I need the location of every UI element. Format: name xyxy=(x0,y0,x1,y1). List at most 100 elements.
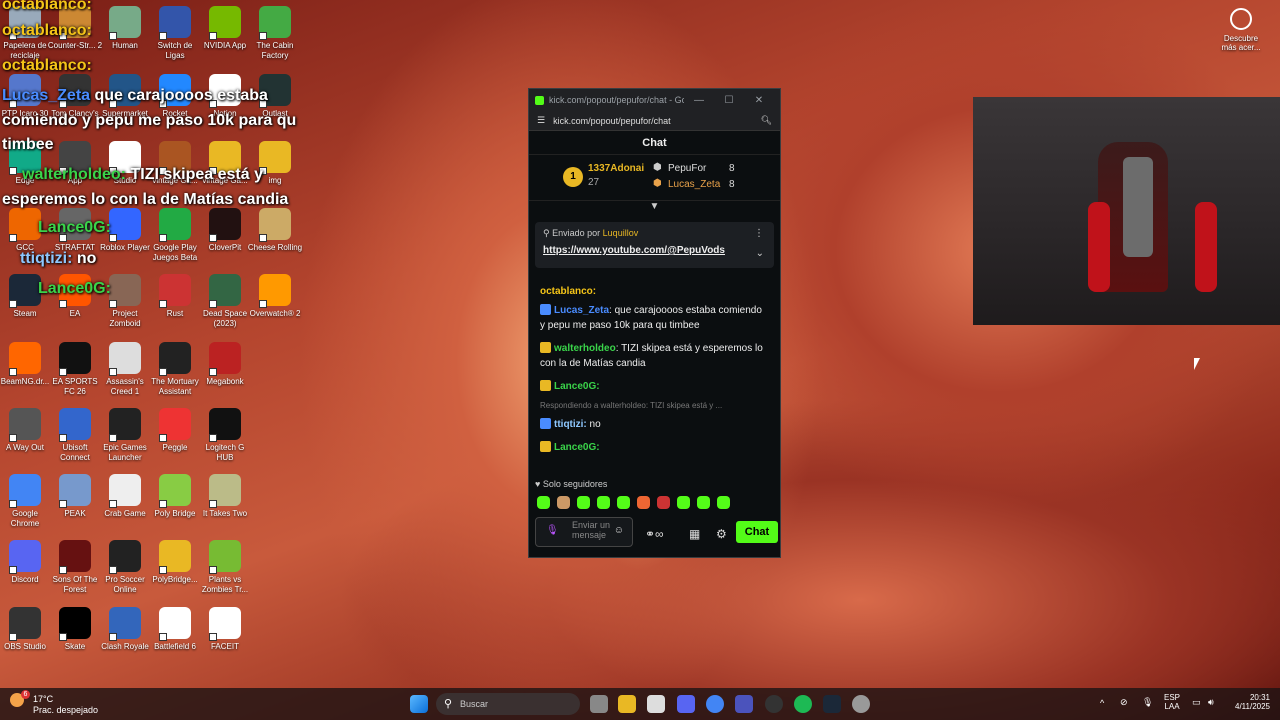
desktop-icon[interactable]: Human xyxy=(97,6,153,51)
chevron-down-icon[interactable]: ⌄ xyxy=(756,248,764,259)
more-options-icon[interactable]: ⋮ xyxy=(754,228,764,239)
desktop-icon[interactable]: Overwatch® 2 xyxy=(247,274,303,319)
spotify-icon[interactable] xyxy=(794,695,812,713)
chat-message[interactable]: octablanco: xyxy=(529,282,780,301)
url-text[interactable]: kick.com/popout/pepufor/chat xyxy=(553,116,760,126)
emote-icon[interactable] xyxy=(637,496,650,509)
emote-icon[interactable] xyxy=(677,496,690,509)
desktop-icon[interactable]: Poly Bridge xyxy=(147,474,203,519)
teams-icon[interactable] xyxy=(735,695,753,713)
chat-message[interactable]: Lance0G: xyxy=(529,377,780,396)
title-bar[interactable]: kick.com/popout/pepufor/chat - Googl... … xyxy=(529,89,780,111)
app-icon xyxy=(159,274,191,308)
desktop-icon[interactable]: Clash Royale xyxy=(97,607,153,652)
display-icon[interactable]: ▭ xyxy=(1192,697,1201,708)
language-indicator[interactable]: ESP LAA xyxy=(1164,693,1180,711)
clock[interactable]: 20:31 4/11/2025 xyxy=(1228,693,1270,711)
emote-icon[interactable] xyxy=(557,496,570,509)
zoom-icon[interactable]: 🔍︎ xyxy=(761,115,772,126)
settings-icon[interactable] xyxy=(852,695,870,713)
desktop-icon[interactable]: A Way Out xyxy=(0,408,53,453)
desktop-icon[interactable]: Plants vs Zombies Tr... xyxy=(197,540,253,595)
mic-icon[interactable]: 🎙︎ xyxy=(546,525,559,536)
gear-icon[interactable]: ⚙ xyxy=(716,527,727,541)
desktop-icon[interactable]: Assassin's Creed 1 xyxy=(97,342,153,397)
emote-icon[interactable] xyxy=(597,496,610,509)
desktop-icon[interactable]: The Cabin Factory xyxy=(247,6,303,61)
desktop-icon[interactable]: OBS Studio xyxy=(0,607,53,652)
chrome-icon[interactable] xyxy=(706,695,724,713)
tray-chevron-icon[interactable]: ^ xyxy=(1100,698,1104,708)
maximize-button[interactable]: ☐ xyxy=(714,95,744,106)
chat-message[interactable]: walterholdeo: TIZI skipea está y esperem… xyxy=(529,339,780,373)
close-button[interactable]: ✕ xyxy=(744,95,774,106)
emote-icon[interactable] xyxy=(697,496,710,509)
desktop-icon[interactable]: Megabonk xyxy=(197,342,253,387)
steam-icon[interactable] xyxy=(823,695,841,713)
file-explorer-icon[interactable] xyxy=(618,695,636,713)
desktop-icon[interactable]: Dead Space (2023) xyxy=(197,274,253,329)
pinned-message[interactable]: ⚲ Enviado por Luquillov https://www.yout… xyxy=(535,222,774,268)
desktop-icon[interactable]: Discord xyxy=(0,540,53,585)
desktop-icon-label: It Takes Two xyxy=(202,509,248,518)
site-settings-icon[interactable]: ☰ xyxy=(537,115,545,126)
store-icon[interactable]: ▦ xyxy=(689,527,700,541)
search-box[interactable]: ⚲ Buscar xyxy=(436,693,580,715)
desktop-icon[interactable]: Ubisoft Connect xyxy=(47,408,103,463)
desktop-icon[interactable]: NVIDIA App xyxy=(197,6,253,51)
chat-messages: octablanco: Lucas_Zeta: que carajoooos e… xyxy=(529,282,780,457)
weather-temp[interactable]: 17°C xyxy=(33,694,53,704)
chat-message[interactable]: Lance0G: xyxy=(529,438,780,457)
desktop-icon[interactable]: The Mortuary Assistant xyxy=(147,342,203,397)
desktop-icon[interactable]: Peggle xyxy=(147,408,203,453)
shortcut-arrow-icon xyxy=(209,434,217,442)
task-view-icon[interactable] xyxy=(590,695,608,713)
desktop-icon[interactable]: Rust xyxy=(147,274,203,319)
desktop-icon[interactable]: CloverPit xyxy=(197,208,253,253)
desktop-icon[interactable]: Google Chrome xyxy=(0,474,53,529)
desktop-icon[interactable]: It Takes Two xyxy=(197,474,253,519)
network-icon[interactable]: ⊘ xyxy=(1120,697,1128,708)
desktop-icon[interactable]: Switch de Ligas xyxy=(147,6,203,61)
desktop-icon[interactable]: Skate xyxy=(47,607,103,652)
desktop-icon[interactable]: PolyBridge... xyxy=(147,540,203,585)
emote-icon[interactable] xyxy=(617,496,630,509)
address-bar[interactable]: ☰ kick.com/popout/pepufor/chat 🔍︎ xyxy=(529,111,780,131)
emote-icon[interactable] xyxy=(657,496,670,509)
volume-icon[interactable]: 🔊︎ xyxy=(1208,697,1214,708)
store-app-icon[interactable] xyxy=(647,695,665,713)
message-input[interactable]: 🎙︎ Enviar un mensaje ☺ xyxy=(535,517,633,547)
desktop-icon[interactable]: BeamNG.dr... xyxy=(0,342,53,387)
desktop-icon[interactable]: Cheese Rolling xyxy=(247,208,303,253)
reply-context[interactable]: Respondiendo a walterholdeo: TIZI skipea… xyxy=(529,396,780,415)
minimize-button[interactable]: — xyxy=(684,95,714,106)
windows-start-icon[interactable] xyxy=(410,695,428,713)
emoji-icon[interactable]: ☺ xyxy=(614,525,624,536)
desktop-icon[interactable]: Battlefield 6 xyxy=(147,607,203,652)
expand-chevron-icon[interactable]: ▼ xyxy=(529,201,780,212)
desktop-icon[interactable]: Pro Soccer Online xyxy=(97,540,153,595)
desktop-icon[interactable]: Sons Of The Forest xyxy=(47,540,103,595)
desktop-icon[interactable]: PEAK xyxy=(47,474,103,519)
send-chat-button[interactable]: Chat xyxy=(736,521,778,543)
mic-tray-icon[interactable]: 🎙︎ xyxy=(1142,697,1153,708)
app-icon xyxy=(259,6,291,40)
desktop-icon[interactable]: Epic Games Launcher xyxy=(97,408,153,463)
discover-widget[interactable]: Descubre más acer... xyxy=(1218,8,1264,52)
desktop-icon[interactable]: FACEIT xyxy=(197,607,253,652)
desktop-icon[interactable]: Logitech G HUB xyxy=(197,408,253,463)
chat-message[interactable]: Lucas_Zeta: que carajoooos estaba comien… xyxy=(529,301,780,335)
points-icon[interactable]: ⚭∞ xyxy=(645,527,664,541)
emote-icon[interactable] xyxy=(537,496,550,509)
emote-bar[interactable] xyxy=(537,496,730,509)
chat-message[interactable]: ttiqtizi: no xyxy=(529,415,780,434)
pinned-link[interactable]: https://www.youtube.com/@PepuVods xyxy=(543,245,766,256)
obs-icon[interactable] xyxy=(765,695,783,713)
desktop-icon[interactable]: EA SPORTS FC 26 xyxy=(47,342,103,397)
desktop-icon[interactable]: Crab Game xyxy=(97,474,153,519)
weather-text[interactable]: Prac. despejado xyxy=(33,705,98,715)
discord-icon[interactable] xyxy=(677,695,695,713)
emote-icon[interactable] xyxy=(717,496,730,509)
emote-icon[interactable] xyxy=(577,496,590,509)
desktop-icon[interactable]: Google Play Juegos Beta xyxy=(147,208,203,263)
